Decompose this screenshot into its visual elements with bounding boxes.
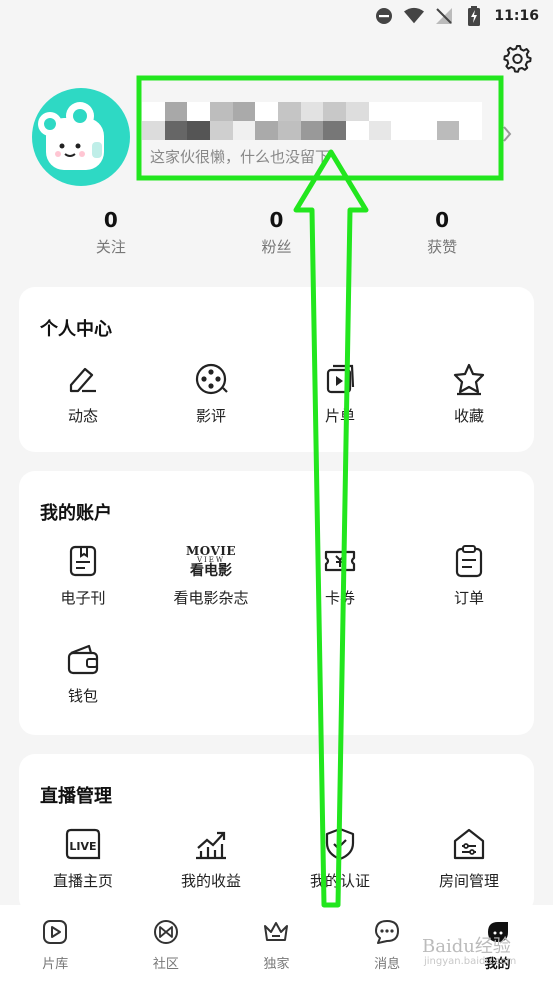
menu-item-label: 动态 [67,407,98,425]
profile-bio: 这家伙很懒，什么也没留下 [150,148,331,166]
menu-item-label: 收藏 [453,407,484,425]
ticket-icon [320,541,360,581]
tab-label: 独家 [263,957,290,972]
menu-item-label: 卡券 [324,589,355,607]
battery-charging-icon [464,6,484,26]
menu-item-room-management[interactable]: 房间管理 [405,824,533,891]
do-not-disturb-icon [374,6,394,26]
ebook-icon [63,541,103,581]
watermark-url: jingyan.baidu.com [424,956,517,967]
film-reel-icon [191,359,231,399]
no-signal-icon [434,6,454,26]
stat-followers[interactable]: 0 粉丝 [221,208,331,268]
wallet-icon [63,639,103,679]
menu-item-orders[interactable]: 订单 [405,541,533,608]
tab-library[interactable]: 片库 [10,905,100,983]
settings-button[interactable] [501,42,533,74]
movie-view-logo-icon: MOVIE VIEW 看电影 [176,541,246,581]
tab-label: 社区 [152,957,179,972]
stat-label: 获赞 [427,238,458,256]
order-icon [449,541,489,581]
stat-likes[interactable]: 0 获赞 [387,208,497,268]
personal-center-card: 个人中心 动态 影评 片单 收藏 [19,287,534,452]
menu-item-certification[interactable]: 我的认证 [276,824,404,891]
chevron-right-icon [502,126,512,147]
playlist-icon [320,359,360,399]
menu-item-live-home[interactable]: LIVE 直播主页 [19,824,147,891]
menu-item-reviews[interactable]: 影评 [147,359,275,426]
tab-messages[interactable]: 消息 [342,905,432,983]
avatar[interactable] [32,88,130,186]
card-title: 直播管理 [40,786,112,807]
menu-item-favorites[interactable]: 收藏 [405,359,533,426]
shield-check-icon [320,824,360,864]
clock: 11:16 [494,8,539,24]
menu-item-label: 电子刊 [60,589,106,607]
tab-community[interactable]: 社区 [121,905,211,983]
menu-item-label: 看电影杂志 [173,589,249,607]
menu-item-label: 房间管理 [438,872,499,890]
menu-item-label: 我的收益 [180,872,241,890]
menu-item-label: 订单 [453,589,484,607]
earnings-icon [191,824,231,864]
play-square-icon [40,917,70,947]
menu-item-movie-view-magazine[interactable]: MOVIE VIEW 看电影 看电影杂志 [147,541,275,608]
live-management-card: 直播管理 LIVE 直播主页 我的收益 我的认证 房间管理 [19,754,534,914]
menu-item-earnings[interactable]: 我的收益 [147,824,275,891]
tab-exclusive[interactable]: 独家 [231,905,321,983]
room-settings-icon [449,824,489,864]
menu-item-label: 钱包 [67,687,98,705]
menu-item-label: 影评 [195,407,226,425]
menu-item-ebook[interactable]: 电子刊 [19,541,147,608]
gear-icon [503,45,532,73]
menu-item-coupons[interactable]: 卡券 [276,541,404,608]
live-badge-text: LIVE [69,840,96,853]
menu-item-label: 片单 [324,407,355,425]
my-account-card: 我的账户 电子刊 MOVIE VIEW 看电影 看电影杂志 卡券 订单 钱包 [19,471,534,735]
logo-top: MOVIE [185,543,237,558]
stat-label: 关注 [95,238,126,256]
menu-item-wallet[interactable]: 钱包 [19,639,147,706]
profile-header[interactable]: 这家伙很懒，什么也没留下 [32,88,532,188]
edit-icon [63,359,103,399]
card-title: 个人中心 [40,319,112,340]
logo-bottom: 看电影 [190,562,232,579]
profile-stats: 0 关注 0 粉丝 0 获赞 [0,208,553,268]
status-bar: 11:16 [0,0,553,32]
stat-value: 0 [435,208,450,232]
card-title: 我的账户 [40,503,112,524]
menu-item-posts[interactable]: 动态 [19,359,147,426]
crown-icon [261,917,291,947]
menu-item-label: 直播主页 [52,872,113,890]
community-icon [151,917,181,947]
stat-following[interactable]: 0 关注 [56,208,166,268]
stat-label: 粉丝 [261,238,292,256]
message-icon [372,917,402,947]
tab-label: 消息 [374,957,401,972]
stat-value: 0 [269,208,284,232]
username-pixelated [142,102,482,140]
live-icon: LIVE [63,824,103,864]
stat-value: 0 [103,208,118,232]
menu-item-playlists[interactable]: 片单 [276,359,404,426]
star-icon [449,359,489,399]
watermark: Baidu经验 [422,936,511,957]
tab-label: 片库 [42,957,69,972]
wifi-icon [404,6,425,26]
menu-item-label: 我的认证 [309,872,370,890]
